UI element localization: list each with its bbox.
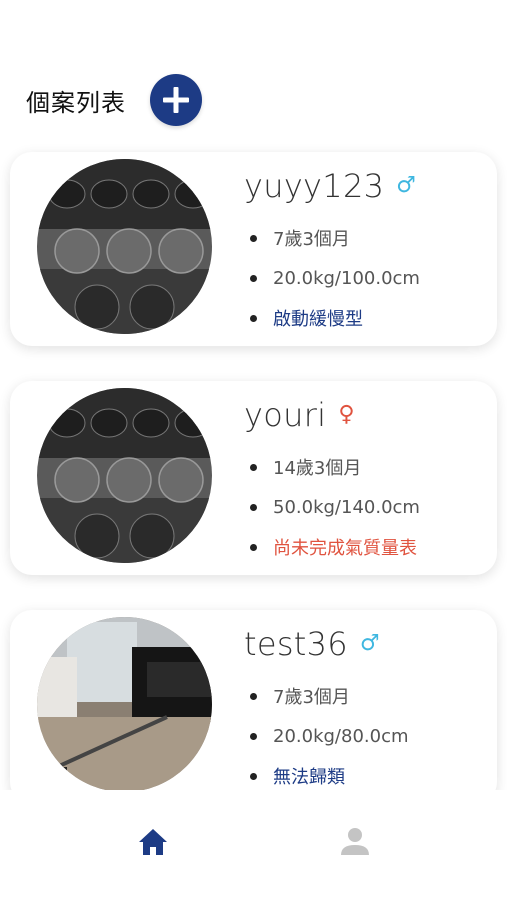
body-item: 20.0kg/80.0cm [244,716,487,756]
female-icon: ♀ [338,402,355,427]
bullet-icon [250,274,257,282]
nav-home-button[interactable] [133,822,173,862]
case-details: 7歲3個月 20.0kg/100.0cm 啟動緩慢型 [244,218,487,338]
case-info: youri ♀ 14歲3個月 50.0kg/140.0cm 尚未完成氣質量表 [244,395,487,567]
male-icon: ♂ [396,173,417,198]
case-card[interactable]: yuyy123 ♂ 7歲3個月 20.0kg/100.0cm 啟動緩慢型 [10,152,497,346]
bullet-icon [250,234,257,242]
case-status: 無法歸類 [273,767,345,788]
case-age: 7歲3個月 [273,229,350,250]
avatar [37,159,212,334]
name-row: test36 ♂ [244,624,487,664]
status-item: 啟動緩慢型 [244,298,487,338]
person-icon [341,828,369,855]
avatar [37,388,212,563]
case-card[interactable]: youri ♀ 14歲3個月 50.0kg/140.0cm 尚未完成氣質量表 [10,381,497,575]
bottom-nav [0,790,507,900]
name-row: youri ♀ [244,395,487,435]
name-row: yuyy123 ♂ [244,166,487,206]
case-body: 20.0kg/100.0cm [273,267,420,289]
age-item: 14歲3個月 [244,447,487,487]
bullet-icon [250,772,257,780]
body-item: 50.0kg/140.0cm [244,487,487,527]
case-name: test36 [244,625,348,663]
case-body: 50.0kg/140.0cm [273,496,420,518]
bullet-icon [250,732,257,740]
age-item: 7歲3個月 [244,218,487,258]
page-title: 個案列表 [26,88,126,117]
age-item: 7歲3個月 [244,676,487,716]
case-status: 尚未完成氣質量表 [273,538,417,559]
status-item: 尚未完成氣質量表 [244,527,487,567]
bullet-icon [250,692,257,700]
avatar [37,617,212,792]
bullet-icon [250,503,257,511]
add-case-button[interactable] [150,74,202,126]
case-name: youri [244,396,327,434]
home-icon [139,829,167,855]
bullet-icon [250,314,257,322]
case-details: 14歲3個月 50.0kg/140.0cm 尚未完成氣質量表 [244,447,487,567]
case-body: 20.0kg/80.0cm [273,725,409,747]
nav-profile-button[interactable] [335,822,375,862]
male-icon: ♂ [359,631,380,656]
case-name: yuyy123 [244,167,385,205]
bullet-icon [250,543,257,551]
case-card[interactable]: test36 ♂ 7歲3個月 20.0kg/80.0cm 無法歸類 [10,610,497,804]
body-item: 20.0kg/100.0cm [244,258,487,298]
case-details: 7歲3個月 20.0kg/80.0cm 無法歸類 [244,676,487,796]
case-info: yuyy123 ♂ 7歲3個月 20.0kg/100.0cm 啟動緩慢型 [244,166,487,338]
case-status: 啟動緩慢型 [273,309,363,330]
case-age: 7歲3個月 [273,687,350,708]
header: 個案列表 [26,72,202,128]
bullet-icon [250,463,257,471]
plus-icon [163,87,189,113]
case-age: 14歲3個月 [273,458,362,479]
case-info: test36 ♂ 7歲3個月 20.0kg/80.0cm 無法歸類 [244,624,487,796]
